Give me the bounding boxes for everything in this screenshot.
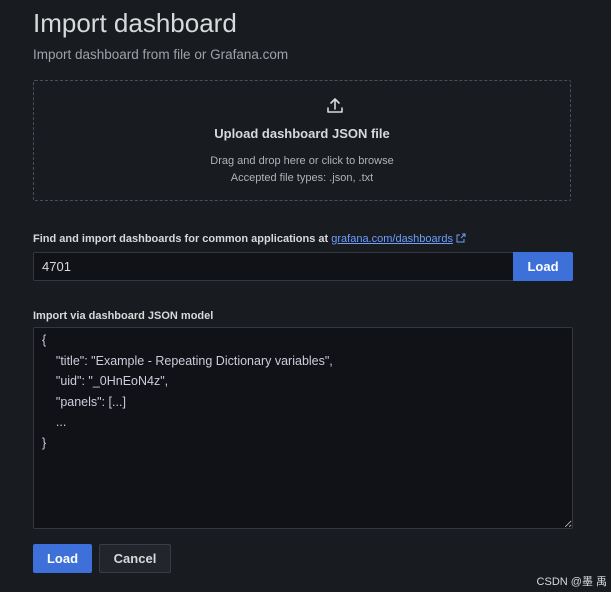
json-model-label: Import via dashboard JSON model <box>33 310 214 322</box>
watermark: CSDN @墨 禹 <box>536 576 607 588</box>
upload-hint-drag: Drag and drop here or click to browse <box>210 155 394 167</box>
cancel-button[interactable]: Cancel <box>99 544 171 573</box>
json-model-textarea[interactable]: { "title": "Example - Repeating Dictiona… <box>33 327 573 529</box>
load-button[interactable]: Load <box>33 544 92 573</box>
grafana-dashboard-id-input[interactable] <box>33 252 513 281</box>
load-grafana-dashboard-button[interactable]: Load <box>513 252 573 281</box>
external-link-icon[interactable] <box>456 233 466 243</box>
file-upload-dropzone[interactable]: Upload dashboard JSON file Drag and drop… <box>33 80 571 201</box>
grafana-com-dashboards-link[interactable]: grafana.com/dashboards <box>331 233 453 245</box>
page-subtitle: Import dashboard from file or Grafana.co… <box>33 47 289 62</box>
upload-icon <box>327 98 343 113</box>
upload-hint-file-types: Accepted file types: .json, .txt <box>230 172 374 184</box>
page-title: Import dashboard <box>33 8 237 38</box>
grafana-com-label: Find and import dashboards for common ap… <box>33 233 466 245</box>
import-dashboard-page: Import dashboard Import dashboard from f… <box>0 0 611 592</box>
upload-title: Upload dashboard JSON file <box>214 126 390 141</box>
grafana-com-label-text: Find and import dashboards for common ap… <box>33 233 332 245</box>
